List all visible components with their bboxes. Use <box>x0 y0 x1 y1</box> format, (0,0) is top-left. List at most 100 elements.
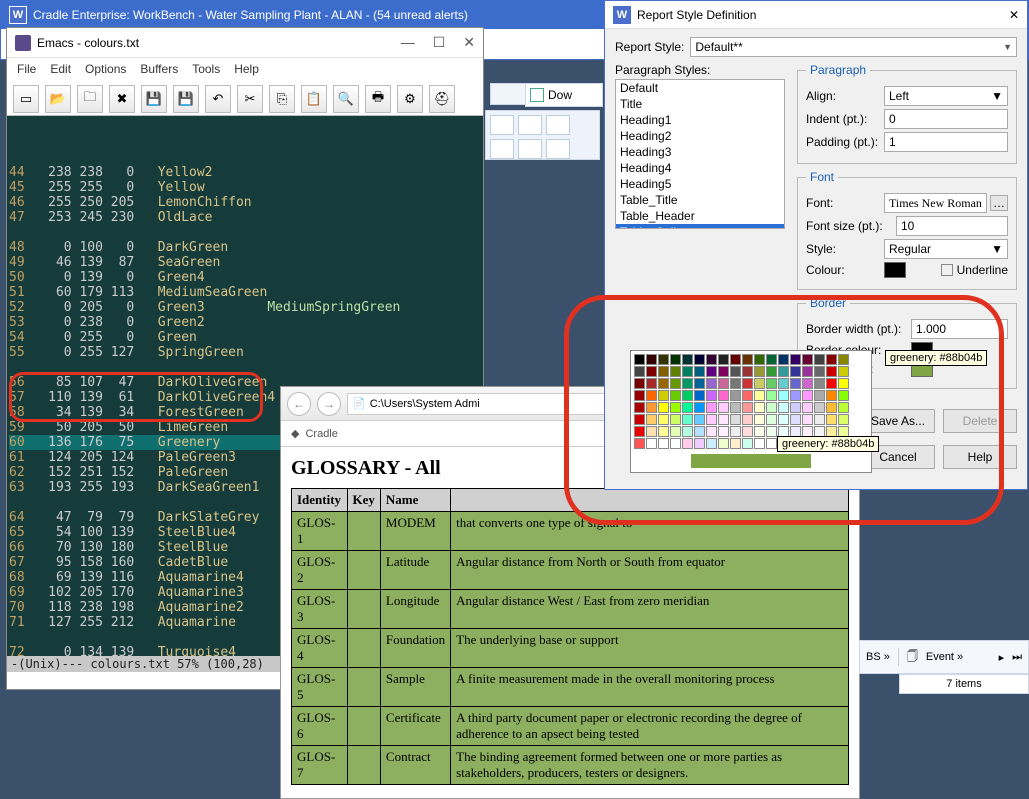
prefs-icon[interactable]: ⚙ <box>397 85 423 113</box>
colour-cell[interactable] <box>838 402 849 413</box>
colour-cell[interactable] <box>766 390 777 401</box>
colour-cell[interactable] <box>634 366 645 377</box>
colour-cell[interactable] <box>658 438 669 449</box>
colour-cell[interactable] <box>730 426 741 437</box>
colour-cell[interactable] <box>646 402 657 413</box>
colour-cell[interactable] <box>670 366 681 377</box>
event-combo[interactable]: Event » <box>926 651 963 663</box>
colour-cell[interactable] <box>814 390 825 401</box>
colour-cell[interactable] <box>730 390 741 401</box>
colour-cell[interactable] <box>838 390 849 401</box>
colour-cell[interactable] <box>646 426 657 437</box>
colour-cell[interactable] <box>802 414 813 425</box>
colour-cell[interactable] <box>826 378 837 389</box>
colour-cell[interactable] <box>634 354 645 365</box>
colour-cell[interactable] <box>634 390 645 401</box>
colour-cell[interactable] <box>754 438 765 449</box>
colour-cell[interactable] <box>730 438 741 449</box>
colour-cell[interactable] <box>634 438 645 449</box>
colour-cell[interactable] <box>766 438 777 449</box>
save-icon[interactable]: 💾 <box>141 85 167 113</box>
menu-options[interactable]: Options <box>85 62 126 78</box>
colour-cell[interactable] <box>658 402 669 413</box>
colour-cell[interactable] <box>682 438 693 449</box>
colour-cell[interactable] <box>778 402 789 413</box>
colour-cell[interactable] <box>742 354 753 365</box>
colour-cell[interactable] <box>730 378 741 389</box>
colour-cell[interactable] <box>742 438 753 449</box>
colour-cell[interactable] <box>802 354 813 365</box>
back-icon[interactable]: ← <box>287 392 311 416</box>
colour-cell[interactable] <box>682 366 693 377</box>
help-button[interactable]: Help <box>943 445 1017 469</box>
font-combo[interactable]: Times New Roman <box>884 193 987 213</box>
colour-cell[interactable] <box>718 390 729 401</box>
colour-cell[interactable] <box>826 414 837 425</box>
style-item-table_title[interactable]: Table_Title <box>616 192 784 208</box>
style-item-default[interactable]: Default <box>616 80 784 96</box>
colour-cell[interactable] <box>694 390 705 401</box>
new-file-icon[interactable]: ▭ <box>13 85 39 113</box>
colour-cell[interactable] <box>706 366 717 377</box>
tool-icon[interactable] <box>490 115 514 135</box>
colour-cell[interactable] <box>742 426 753 437</box>
colour-cell[interactable] <box>814 414 825 425</box>
colour-cell[interactable] <box>814 366 825 377</box>
colour-cell[interactable] <box>718 366 729 377</box>
colour-cell[interactable] <box>766 414 777 425</box>
style-item-heading3[interactable]: Heading3 <box>616 144 784 160</box>
colour-cell[interactable] <box>742 414 753 425</box>
colour-cell[interactable] <box>634 414 645 425</box>
colour-cell[interactable] <box>658 366 669 377</box>
colour-cell[interactable] <box>682 390 693 401</box>
colour-cell[interactable] <box>658 390 669 401</box>
print-icon[interactable]: 🖶 <box>365 85 391 113</box>
colour-cell[interactable] <box>790 390 801 401</box>
colour-cell[interactable] <box>826 366 837 377</box>
colour-cell[interactable] <box>682 426 693 437</box>
dir-icon[interactable]: 🗀 <box>77 85 103 113</box>
style-item-table_cell[interactable]: Table_Cell <box>616 224 784 229</box>
colour-cell[interactable] <box>790 414 801 425</box>
close-buf-icon[interactable]: ✖ <box>109 85 135 113</box>
colour-cell[interactable] <box>754 414 765 425</box>
colour-cell[interactable] <box>634 378 645 389</box>
colour-cell[interactable] <box>646 354 657 365</box>
colour-cell[interactable] <box>778 366 789 377</box>
colour-cell[interactable] <box>826 390 837 401</box>
colour-cell[interactable] <box>670 378 681 389</box>
colour-cell[interactable] <box>754 402 765 413</box>
colour-cell[interactable] <box>694 426 705 437</box>
colour-cell[interactable] <box>658 378 669 389</box>
colour-cell[interactable] <box>718 426 729 437</box>
colour-cell[interactable] <box>742 366 753 377</box>
menu-buffers[interactable]: Buffers <box>140 62 178 78</box>
colour-cell[interactable] <box>766 366 777 377</box>
menu-edit[interactable]: Edit <box>50 62 71 78</box>
tool-icon[interactable] <box>490 139 514 159</box>
colour-cell[interactable] <box>802 402 813 413</box>
colour-cell[interactable] <box>790 402 801 413</box>
down-button[interactable]: Dow <box>525 83 603 107</box>
colour-cell[interactable] <box>694 438 705 449</box>
style-item-table_header[interactable]: Table_Header <box>616 208 784 224</box>
tool-icon[interactable] <box>518 139 542 159</box>
tool-icon[interactable] <box>546 115 570 135</box>
indent-input[interactable]: 0 <box>884 109 1008 129</box>
align-combo[interactable]: Left▼ <box>884 86 1008 106</box>
undo-icon[interactable]: ↶ <box>205 85 231 113</box>
colour-cell[interactable] <box>754 354 765 365</box>
colour-cell[interactable] <box>766 378 777 389</box>
colour-cell[interactable] <box>658 426 669 437</box>
colour-cell[interactable] <box>730 366 741 377</box>
report-style-combo[interactable]: Default**▼ <box>690 37 1017 57</box>
colour-cell[interactable] <box>778 354 789 365</box>
saveas-button[interactable]: Save As... <box>861 409 935 433</box>
style-item-heading4[interactable]: Heading4 <box>616 160 784 176</box>
colour-cell[interactable] <box>754 366 765 377</box>
colour-cell[interactable] <box>718 438 729 449</box>
forward-icon[interactable]: → <box>317 392 341 416</box>
close-icon[interactable]: ✕ <box>463 34 475 51</box>
colour-cell[interactable] <box>718 402 729 413</box>
colour-cell[interactable] <box>694 414 705 425</box>
